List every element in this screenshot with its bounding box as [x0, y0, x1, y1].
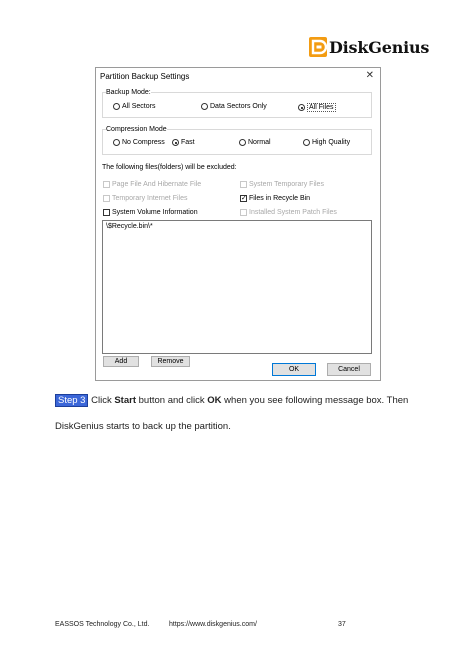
- remove-button[interactable]: Remove: [151, 356, 190, 367]
- checkbox-box: [103, 181, 110, 188]
- brand-name: DiskGenius: [329, 37, 430, 57]
- checkbox-system-patch-files[interactable]: Installed System Patch Files: [240, 209, 337, 216]
- ok-button[interactable]: OK: [272, 363, 316, 376]
- checkbox-system-temp-files[interactable]: System Temporary Files: [240, 181, 324, 188]
- step-badge: Step 3: [55, 394, 89, 407]
- radio-circle: [201, 103, 208, 110]
- add-button[interactable]: Add: [103, 356, 139, 367]
- radio-circle: [303, 139, 310, 146]
- checkbox-recycle-bin[interactable]: ✓ Files in Recycle Bin: [240, 195, 310, 202]
- page-number: 37: [338, 621, 346, 628]
- compression-mode-label: Compression Mode: [106, 126, 167, 133]
- radio-no-compress[interactable]: No Compress: [113, 139, 165, 146]
- checkmark-icon: ✓: [240, 195, 247, 202]
- partition-backup-settings-dialog: Partition Backup Settings ✕ Backup Mode:…: [95, 67, 381, 381]
- checkbox-page-file[interactable]: Page File And Hibernate File: [103, 181, 201, 188]
- radio-high-quality[interactable]: High Quality: [303, 139, 350, 146]
- excluded-files-label: The following files(folders) will be exc…: [102, 164, 237, 171]
- radio-all-files[interactable]: All Files: [298, 103, 336, 112]
- cancel-button[interactable]: Cancel: [327, 363, 371, 376]
- checkbox-box: [103, 195, 110, 202]
- excluded-paths-list[interactable]: \$Recycle.bin\*: [102, 220, 372, 354]
- step-3-instruction: Step 3 Click Start button and click OK w…: [55, 394, 408, 407]
- backup-mode-label: Backup Mode:: [106, 89, 151, 96]
- radio-circle: [113, 139, 120, 146]
- ok-keyword: OK: [207, 395, 222, 406]
- radio-fast[interactable]: Fast: [172, 139, 195, 146]
- list-item[interactable]: \$Recycle.bin\*: [106, 223, 368, 230]
- radio-normal[interactable]: Normal: [239, 139, 271, 146]
- radio-circle: [113, 103, 120, 110]
- checkbox-system-volume-info[interactable]: System Volume Information: [103, 209, 198, 216]
- checkbox-temp-internet-files[interactable]: Temporary Internet Files: [103, 195, 187, 202]
- radio-circle-selected: [298, 104, 305, 111]
- footer-company: EASSOS Technology Co., Ltd.: [55, 621, 150, 628]
- checkbox-box: [240, 209, 247, 216]
- radio-data-sectors-only[interactable]: Data Sectors Only: [201, 103, 267, 110]
- brand-logo: DiskGenius: [309, 36, 429, 58]
- radio-circle: [239, 139, 246, 146]
- radio-circle-selected: [172, 139, 179, 146]
- dialog-title: Partition Backup Settings: [100, 72, 190, 81]
- checkbox-box: [240, 181, 247, 188]
- radio-all-sectors[interactable]: All Sectors: [113, 103, 155, 110]
- dialog-titlebar: Partition Backup Settings ✕: [96, 68, 380, 84]
- footer-url[interactable]: https://www.diskgenius.com/: [169, 621, 257, 628]
- close-icon[interactable]: ✕: [366, 70, 374, 81]
- step-3-instruction-line-2: DiskGenius starts to back up the partiti…: [55, 421, 231, 432]
- start-keyword: Start: [114, 395, 136, 406]
- checkbox-box: [103, 209, 110, 216]
- diskgenius-logo-icon: [309, 37, 327, 57]
